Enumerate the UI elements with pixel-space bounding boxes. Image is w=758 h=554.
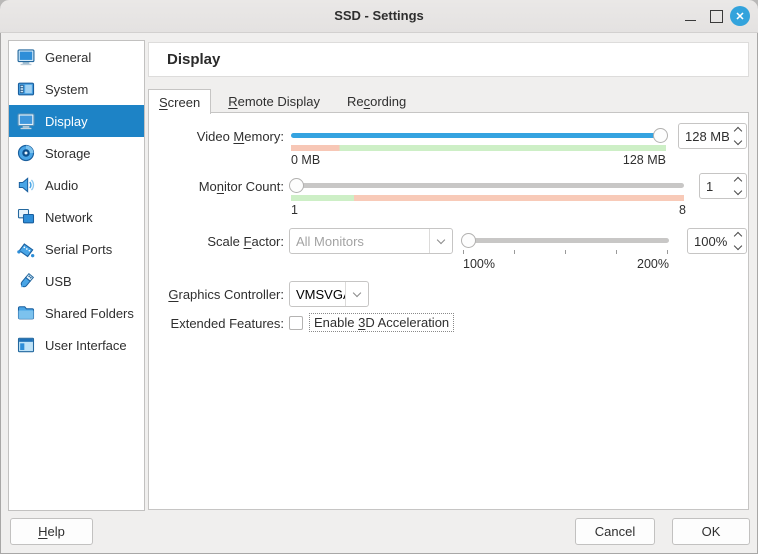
- scale-factor-tick-marks: [463, 250, 670, 254]
- video-memory-label: Video Memory:: [149, 129, 284, 144]
- video-memory-max-label: 128 MB: [623, 153, 666, 167]
- maximize-button[interactable]: [706, 6, 726, 26]
- maximize-icon: [710, 10, 723, 23]
- scale-factor-label: Scale Factor:: [149, 234, 284, 249]
- minimize-icon: [685, 20, 696, 21]
- sidebar-item-label: Shared Folders: [45, 306, 134, 321]
- sidebar-item-general[interactable]: General: [9, 41, 144, 73]
- sidebar-item-label: User Interface: [45, 338, 127, 353]
- help-button[interactable]: Help: [10, 518, 93, 545]
- scale-factor-slider[interactable]: [463, 233, 669, 249]
- enable-3d-checkbox-label[interactable]: Enable 3D Acceleration: [309, 313, 454, 332]
- enable-3d-checkbox[interactable]: [289, 316, 303, 330]
- user-interface-icon: [16, 335, 36, 355]
- video-memory-range-labels: 0 MB 128 MB: [291, 153, 666, 167]
- close-icon: ✕: [735, 10, 744, 23]
- cancel-button[interactable]: Cancel: [575, 518, 655, 545]
- sidebar-item-label: Serial Ports: [45, 242, 112, 257]
- monitor-count-spin-down[interactable]: [733, 187, 741, 195]
- page-title: Display: [149, 51, 220, 68]
- sidebar-item-system[interactable]: System: [9, 73, 144, 105]
- chevron-down-icon[interactable]: [429, 229, 452, 253]
- screen-tab-panel: Video Memory: 0 MB 128 MB 128 MB Monitor…: [148, 112, 749, 510]
- storage-icon: [16, 143, 36, 163]
- sidebar-item-network[interactable]: Network: [9, 201, 144, 233]
- video-memory-spin-up[interactable]: [733, 127, 741, 135]
- video-memory-spin-down[interactable]: [733, 137, 741, 145]
- ok-button[interactable]: OK: [672, 518, 750, 545]
- display-icon: [16, 111, 36, 131]
- audio-icon: [16, 175, 36, 195]
- chevron-down-icon[interactable]: [345, 282, 368, 306]
- settings-category-list: General System Display Storage Audio Net…: [8, 40, 145, 511]
- monitor-count-spin-up[interactable]: [733, 177, 741, 185]
- sidebar-item-label: USB: [45, 274, 72, 289]
- monitor-count-slider-track[interactable]: [291, 183, 684, 188]
- sidebar-item-audio[interactable]: Audio: [9, 169, 144, 201]
- sidebar-item-serial-ports[interactable]: Serial Ports: [9, 233, 144, 265]
- scale-factor-spinbox[interactable]: 100%: [687, 228, 747, 254]
- window-title: SSD - Settings: [0, 0, 758, 32]
- scale-factor-range-labels: 100% 200%: [463, 257, 669, 271]
- monitor-count-slider-handle[interactable]: [289, 178, 304, 193]
- video-memory-slider-track[interactable]: [291, 133, 666, 138]
- close-button[interactable]: ✕: [730, 6, 750, 26]
- minimize-button[interactable]: [680, 6, 700, 26]
- shared-folders-icon: [16, 303, 36, 323]
- scale-factor-min-label: 100%: [463, 257, 495, 271]
- tab-screen[interactable]: Screen: [148, 89, 211, 114]
- general-icon: [16, 47, 36, 67]
- scale-factor-monitor-select[interactable]: All Monitors: [289, 228, 453, 254]
- serial-ports-icon: [16, 239, 36, 259]
- scale-factor-max-label: 200%: [637, 257, 669, 271]
- video-memory-min-label: 0 MB: [291, 153, 320, 167]
- monitor-count-range-labels: 1 8: [291, 203, 686, 217]
- sidebar-item-shared-folders[interactable]: Shared Folders: [9, 297, 144, 329]
- video-memory-tick-strip: [291, 145, 666, 151]
- graphics-controller-value: VMSVGA: [290, 287, 345, 302]
- graphics-controller-label: Graphics Controller:: [149, 287, 284, 302]
- monitor-count-value[interactable]: 1: [700, 174, 729, 198]
- titlebar[interactable]: SSD - Settings ✕: [0, 0, 758, 33]
- sidebar-item-storage[interactable]: Storage: [9, 137, 144, 169]
- sidebar-item-user-interface[interactable]: User Interface: [9, 329, 144, 361]
- sidebar-item-usb[interactable]: USB: [9, 265, 144, 297]
- sidebar-item-label: Display: [45, 114, 88, 129]
- tab-recording[interactable]: Recording: [337, 89, 416, 113]
- sidebar-item-label: Storage: [45, 146, 91, 161]
- display-tabs: Screen Remote Display Recording: [148, 89, 416, 114]
- video-memory-spinbox[interactable]: 128 MB: [678, 123, 747, 149]
- graphics-controller-select[interactable]: VMSVGA: [289, 281, 369, 307]
- scale-factor-slider-track[interactable]: [463, 238, 669, 243]
- sidebar-item-display[interactable]: Display: [9, 105, 144, 137]
- monitor-count-label: Monitor Count:: [149, 179, 284, 194]
- scale-factor-value[interactable]: 100%: [688, 229, 729, 253]
- scale-factor-slider-handle[interactable]: [461, 233, 476, 248]
- monitor-count-max-label: 8: [679, 203, 686, 217]
- scale-factor-spin-up[interactable]: [733, 232, 741, 240]
- settings-dialog: SSD - Settings ✕ General System Display …: [0, 0, 758, 554]
- video-memory-slider[interactable]: [291, 128, 666, 144]
- monitor-count-min-label: 1: [291, 203, 298, 217]
- extended-features-label: Extended Features:: [149, 316, 284, 331]
- tab-remote-display[interactable]: Remote Display: [218, 89, 330, 113]
- sidebar-item-label: General: [45, 50, 91, 65]
- page-header: Display: [148, 42, 749, 77]
- scale-factor-spin-down[interactable]: [733, 242, 741, 250]
- video-memory-value[interactable]: 128 MB: [679, 124, 729, 148]
- sidebar-item-label: Network: [45, 210, 93, 225]
- monitor-count-slider[interactable]: [291, 178, 684, 194]
- network-icon: [16, 207, 36, 227]
- video-memory-slider-handle[interactable]: [653, 128, 668, 143]
- usb-icon: [16, 271, 36, 291]
- scale-factor-monitor-value: All Monitors: [290, 234, 429, 249]
- sidebar-item-label: Audio: [45, 178, 78, 193]
- sidebar-item-label: System: [45, 82, 88, 97]
- monitor-count-tick-strip: [291, 195, 684, 201]
- monitor-count-spinbox[interactable]: 1: [699, 173, 747, 199]
- system-icon: [16, 79, 36, 99]
